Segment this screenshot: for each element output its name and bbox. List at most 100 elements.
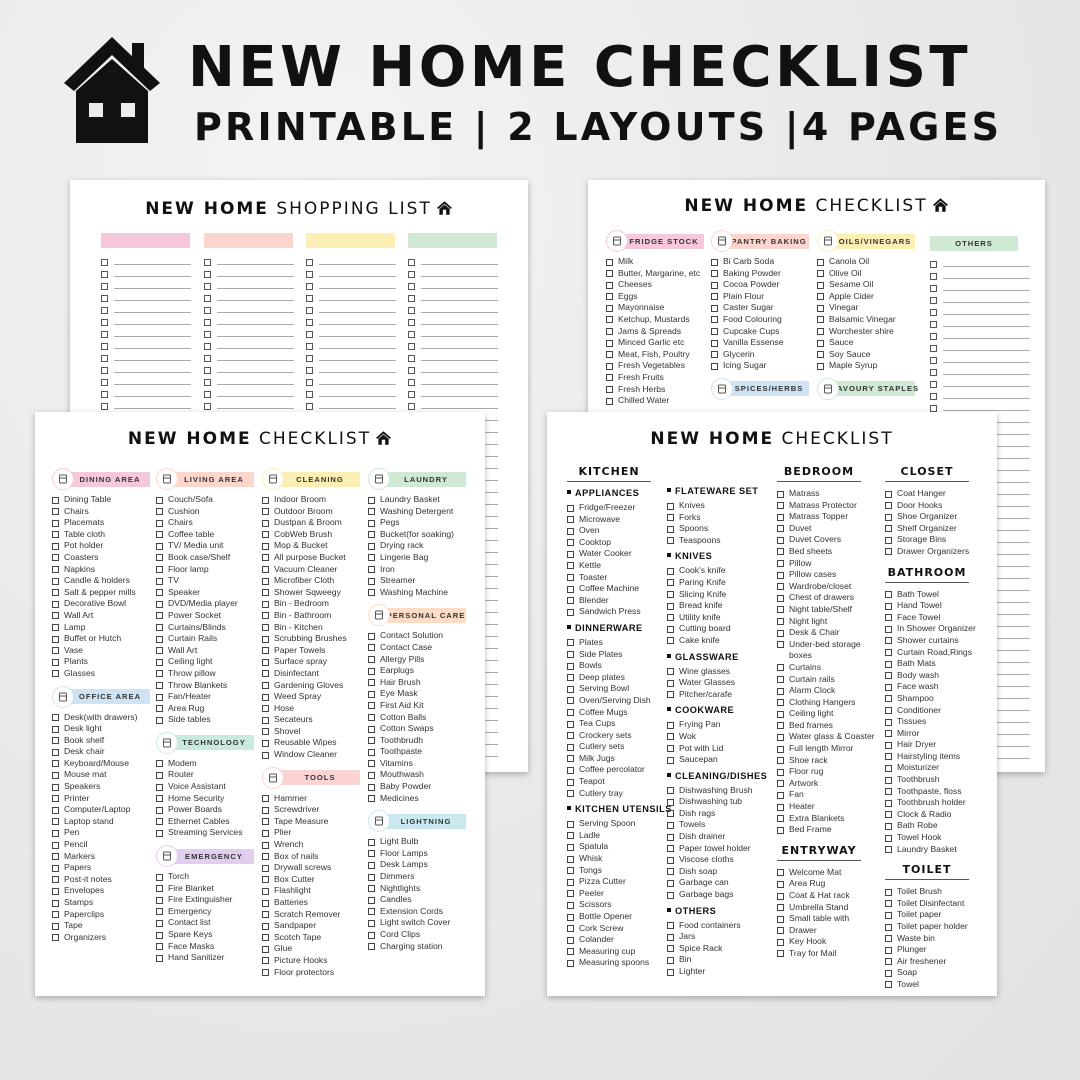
checkbox[interactable] <box>306 390 313 398</box>
checkbox[interactable] <box>368 771 375 779</box>
write-line[interactable] <box>114 263 191 265</box>
checklist-item[interactable]: Paperclips <box>52 909 152 921</box>
checklist-item[interactable]: Extra Blankets <box>777 813 877 825</box>
checkbox[interactable] <box>817 351 824 359</box>
checklist-item[interactable]: Maple Syrup <box>817 360 917 372</box>
checkbox[interactable] <box>667 810 674 818</box>
checkbox[interactable] <box>777 791 784 799</box>
checkbox[interactable] <box>306 306 313 314</box>
checklist-item[interactable]: Face wash <box>885 681 985 693</box>
checkbox[interactable] <box>262 795 269 803</box>
checklist-item[interactable]: Envelopes <box>52 885 152 897</box>
checkbox[interactable] <box>930 260 937 268</box>
checklist-item[interactable]: Toilet Disinfectant <box>885 898 985 910</box>
checkbox[interactable] <box>606 316 613 324</box>
checkbox[interactable] <box>368 737 375 745</box>
shopping-row[interactable] <box>101 292 191 304</box>
checklist-item[interactable]: Meat, Fish, Poultry <box>606 349 706 361</box>
blank-row[interactable] <box>930 366 1030 378</box>
write-line[interactable] <box>421 347 498 349</box>
checkbox[interactable] <box>368 496 375 504</box>
checkbox[interactable] <box>777 815 784 823</box>
checkbox[interactable] <box>885 753 892 761</box>
checkbox[interactable] <box>156 783 163 791</box>
checkbox[interactable] <box>156 496 163 504</box>
checkbox[interactable] <box>52 934 59 942</box>
checklist-item[interactable]: Disinfectant <box>262 668 362 680</box>
checkbox[interactable] <box>262 577 269 585</box>
checklist-item[interactable]: Hair Dryer <box>885 739 985 751</box>
checkbox[interactable] <box>204 402 211 410</box>
checkbox[interactable] <box>368 508 375 516</box>
checkbox[interactable] <box>262 589 269 597</box>
checklist-item[interactable]: Scrubbing Brushes <box>262 633 362 645</box>
checkbox[interactable] <box>368 589 375 597</box>
checkbox[interactable] <box>368 748 375 756</box>
checklist-item[interactable]: Power Socket <box>156 610 256 622</box>
checkbox[interactable] <box>368 725 375 733</box>
checkbox[interactable] <box>567 890 574 898</box>
write-line[interactable] <box>217 347 294 349</box>
write-line[interactable] <box>319 299 396 301</box>
checkbox[interactable] <box>606 270 613 278</box>
checklist-item[interactable]: Flashlight <box>262 885 362 897</box>
checkbox[interactable] <box>156 624 163 632</box>
checkbox[interactable] <box>606 304 613 312</box>
checklist-item[interactable]: Placemats <box>52 517 152 529</box>
checkbox[interactable] <box>777 722 784 730</box>
checklist-item[interactable]: Coffee Machine <box>567 583 667 595</box>
checkbox[interactable] <box>885 981 892 989</box>
checkbox[interactable] <box>52 714 59 721</box>
checkbox[interactable] <box>262 519 269 527</box>
checklist-item[interactable]: Worchester shire <box>817 326 917 338</box>
checklist-item[interactable]: Bread knife <box>667 600 767 612</box>
write-line[interactable] <box>421 395 498 397</box>
checkbox[interactable] <box>52 806 59 814</box>
checklist-item[interactable]: Chairs <box>156 517 256 529</box>
shopping-row[interactable] <box>204 292 294 304</box>
checkbox[interactable] <box>306 282 313 290</box>
checklist-item[interactable]: Batteries <box>262 897 362 909</box>
checklist-item[interactable]: Hairstyling items <box>885 751 985 763</box>
checklist-item[interactable]: Serving Bowl <box>567 683 667 695</box>
checklist-item[interactable]: Desk(with drawers) <box>52 712 152 724</box>
checklist-item[interactable]: Post-it notes <box>52 874 152 886</box>
checklist-item[interactable]: Toothbrudh <box>368 735 468 747</box>
shopping-row[interactable] <box>408 292 498 304</box>
checkbox[interactable] <box>156 554 163 562</box>
checkbox[interactable] <box>667 679 674 687</box>
shopping-row[interactable] <box>408 376 498 388</box>
checkbox[interactable] <box>667 968 674 976</box>
checkbox[interactable] <box>567 550 574 558</box>
checkbox[interactable] <box>306 318 313 326</box>
checklist-item[interactable]: Buffet or Hutch <box>52 633 152 645</box>
checklist-item[interactable]: Shoe Organizer <box>885 511 985 523</box>
checklist-item[interactable]: Book shelf <box>52 735 152 747</box>
checklist-item[interactable]: Frying Pan <box>667 719 767 731</box>
checklist-item[interactable]: Toilet paper <box>885 909 985 921</box>
shopping-row[interactable] <box>408 304 498 316</box>
checklist-item[interactable]: Dining Table <box>52 494 152 506</box>
checkbox[interactable] <box>817 339 824 347</box>
checklist-item[interactable]: Chilled Water <box>606 395 706 407</box>
checklist-item[interactable]: Bin - Bedroom <box>262 598 362 610</box>
checkbox[interactable] <box>885 788 892 796</box>
checklist-item[interactable]: Shelf Organizer <box>885 523 985 535</box>
checkbox[interactable] <box>777 938 784 946</box>
checkbox[interactable] <box>885 695 892 703</box>
checklist-item[interactable]: Eye Mask <box>368 688 468 700</box>
checklist-item[interactable]: Desk light <box>52 723 152 735</box>
checkbox[interactable] <box>156 829 163 837</box>
checkbox[interactable] <box>156 954 163 962</box>
checklist-item[interactable]: Tea Cups <box>567 718 667 730</box>
checklist-item[interactable]: Ladle <box>567 830 667 842</box>
checkbox[interactable] <box>885 649 892 657</box>
checklist-item[interactable]: Viscose cloths <box>667 854 767 866</box>
checkbox[interactable] <box>777 490 784 498</box>
write-line[interactable] <box>421 275 498 277</box>
checklist-item[interactable]: Icing Sugar <box>711 360 811 372</box>
checkbox[interactable] <box>52 577 59 585</box>
checkbox[interactable] <box>52 624 59 632</box>
checkbox[interactable] <box>156 943 163 951</box>
checkbox[interactable] <box>667 537 674 545</box>
